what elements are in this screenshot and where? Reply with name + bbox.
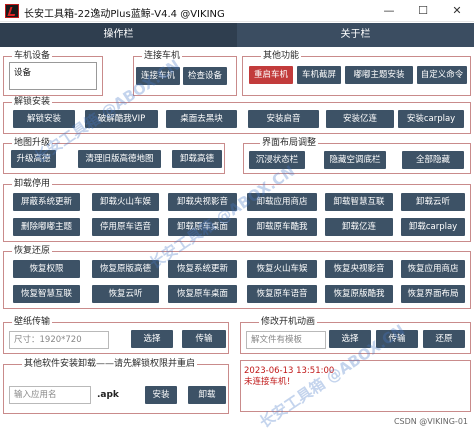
window-title: 长安工具箱-22逸动Plus蓝鲸-V4.4 @VIKING <box>24 9 225 20</box>
uninstall-smartlink-button[interactable]: 卸载智慧互联 <box>325 193 393 211</box>
delete-dudu-theme-button[interactable]: 删除嘟嘟主题 <box>13 218 80 236</box>
uninstall-carplay-button[interactable]: 卸载carplay <box>401 218 465 236</box>
uninstall-huoshan-button[interactable]: 卸载火山车娱 <box>92 193 159 211</box>
boot-restore-button[interactable]: 还原 <box>423 330 465 348</box>
tab-operations[interactable]: 操作栏 <box>0 23 237 47</box>
uninstall-yunting-button[interactable]: 卸载云听 <box>401 193 465 211</box>
restore-car-voice-button[interactable]: 恢复原车语音 <box>247 285 317 303</box>
reboot-car-button[interactable]: 重启车机 <box>249 66 293 84</box>
boot-select-button[interactable]: 选择 <box>329 330 371 348</box>
restore-car-desktop-button[interactable]: 恢复原车桌面 <box>168 285 237 303</box>
restore-original-kuwo-button[interactable]: 恢复原版酷我 <box>325 285 393 303</box>
wallpaper-select-button[interactable]: 选择 <box>131 330 173 348</box>
uninstall-appstore-button[interactable]: 卸载应用商店 <box>247 193 317 211</box>
wallpaper-transfer-button[interactable]: 传输 <box>182 330 226 348</box>
hide-all-button[interactable]: 全部隐藏 <box>402 151 464 169</box>
title-bar: 长安工具箱-22逸动Plus蓝鲸-V4.4 @VIKING — ☐ ✕ <box>0 0 474 22</box>
restore-layout-button[interactable]: 恢复界面布局 <box>401 285 465 303</box>
wallpaper-path-input[interactable]: 尺寸：1920*720 <box>9 331 109 349</box>
uninstall-disable-label: 卸载停用 <box>12 179 53 190</box>
close-button[interactable]: ✕ <box>440 0 474 22</box>
other-functions-label: 其他功能 <box>261 51 302 62</box>
unlock-install-button[interactable]: 解锁安装 <box>13 110 75 128</box>
restore-permission-button[interactable]: 恢复权限 <box>13 260 80 278</box>
apk-install-label: 其他软件安装卸载——请先解锁权限并重启 <box>22 359 198 370</box>
clean-old-amap-button[interactable]: 清理旧版高德地图 <box>78 150 161 168</box>
install-carplay-button[interactable]: 安装carplay <box>398 110 464 128</box>
tab-about[interactable]: 关于栏 <box>237 23 474 47</box>
apk-install-button[interactable]: 安装 <box>145 386 177 404</box>
maximize-button[interactable]: ☐ <box>406 0 440 22</box>
boot-transfer-button[interactable]: 传输 <box>376 330 418 348</box>
restore-cctv-button[interactable]: 恢复央视影音 <box>325 260 393 278</box>
uninstall-car-kuwo-button[interactable]: 卸载原车酷我 <box>247 218 317 236</box>
uninstall-amap-button[interactable]: 卸载高德 <box>172 150 222 168</box>
apk-suffix: .apk <box>97 390 119 400</box>
crack-install-label: 解锁安装 <box>12 97 53 108</box>
wallpaper-label: 壁纸传输 <box>12 317 53 328</box>
app-logo-icon <box>5 4 19 18</box>
restore-original-amap-button[interactable]: 恢复原版高德 <box>92 260 159 278</box>
uninstall-yilian-button[interactable]: 卸载亿连 <box>325 218 393 236</box>
connect-car-button[interactable]: 连接车机 <box>136 67 180 85</box>
restore-system-update-button[interactable]: 恢复系统更新 <box>168 260 237 278</box>
uninstall-cctv-button[interactable]: 卸载央视影音 <box>168 193 237 211</box>
screenshot-button[interactable]: 车机截屏 <box>297 66 341 84</box>
boot-animation-path-input[interactable]: 解文件有模板 <box>246 331 326 349</box>
boot-animation-label: 修改开机动画 <box>259 317 318 328</box>
status-message: 未连接车机！ <box>244 377 296 387</box>
custom-command-button[interactable]: 自定义命令 <box>417 66 467 84</box>
layout-adjust-label: 界面布局调整 <box>260 138 319 149</box>
restore-smartlink-button[interactable]: 恢复智慧互联 <box>13 285 80 303</box>
disable-car-voice-button[interactable]: 停用原车语音 <box>92 218 159 236</box>
dudu-theme-install-button[interactable]: 嘟嘟主题安装 <box>345 66 413 84</box>
restore-label: 恢复还原 <box>12 246 53 257</box>
map-upgrade-label: 地图升级 <box>12 138 53 149</box>
apk-name-input[interactable]: 输入应用名 <box>9 386 91 404</box>
hide-ac-bar-button[interactable]: 隐藏空调底栏 <box>324 151 386 169</box>
status-timestamp: 2023-06-13 13:51:00 <box>244 366 335 376</box>
minimize-button[interactable]: — <box>372 0 406 22</box>
check-device-button[interactable]: 检查设备 <box>183 67 227 85</box>
connect-group-label: 连接车机 <box>142 51 183 62</box>
immersive-statusbar-button[interactable]: 沉浸状态栏 <box>249 151 305 169</box>
install-qiyin-button[interactable]: 安装启音 <box>248 110 319 128</box>
block-system-update-button[interactable]: 屏蔽系统更新 <box>13 193 80 211</box>
remove-desktop-blackblock-button[interactable]: 桌面去黑块 <box>166 110 237 128</box>
uninstall-car-desktop-button[interactable]: 卸载原车桌面 <box>168 218 237 236</box>
crack-kuwo-vip-button[interactable]: 破解酷我VIP <box>85 110 158 128</box>
apk-uninstall-button[interactable]: 卸载 <box>188 386 226 404</box>
restore-huoshan-button[interactable]: 恢复火山车娱 <box>247 260 317 278</box>
restore-appstore-button[interactable]: 恢复应用商店 <box>401 260 465 278</box>
install-yilian-button[interactable]: 安装亿连 <box>326 110 394 128</box>
device-list[interactable]: 设备 <box>9 62 97 90</box>
restore-yunting-button[interactable]: 恢复云听 <box>92 285 159 303</box>
tab-bar: 操作栏 关于栏 <box>0 23 474 47</box>
upgrade-amap-button[interactable]: 升级高德 <box>11 150 56 168</box>
device-group-label: 车机设备 <box>12 51 53 62</box>
footer-credit: CSDN @VIKING-01 <box>393 417 468 426</box>
